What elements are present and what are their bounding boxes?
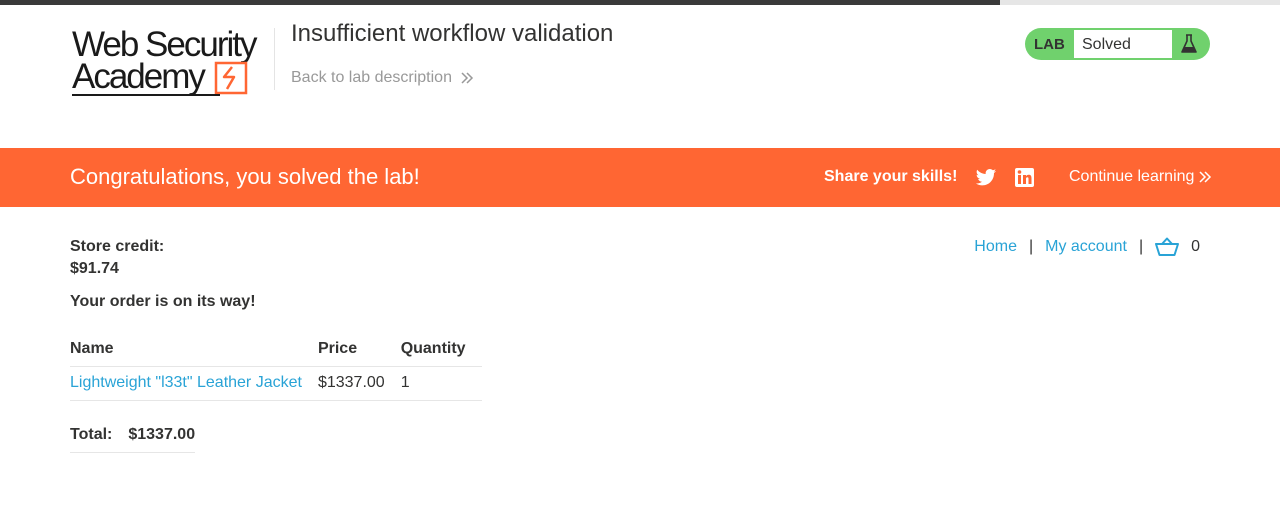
account-nav: Home | My account | 0	[974, 237, 1200, 257]
column-header-price: Price	[317, 333, 401, 367]
column-header-quantity: Quantity	[400, 333, 482, 367]
order-confirmation-message: Your order is on its way!	[70, 293, 256, 310]
item-quantity-cell: 1	[400, 366, 482, 401]
continue-learning-label: Continue learning	[1069, 168, 1195, 185]
lab-status-state: Solved	[1074, 30, 1172, 58]
logo-line-2: Academy	[72, 57, 206, 96]
lab-title: Insufficient workflow validation	[291, 20, 614, 47]
twitter-icon[interactable]	[975, 168, 997, 188]
academy-mark-icon	[214, 61, 248, 95]
flask-icon	[1181, 34, 1197, 53]
table-row: Lightweight "l33t" Leather Jacket $1337.…	[70, 366, 482, 401]
back-link-label: Back to lab description	[291, 69, 452, 86]
table-header-row: Name Price Quantity	[70, 333, 482, 367]
linkedin-icon[interactable]	[1015, 168, 1034, 187]
home-link[interactable]: Home	[974, 238, 1017, 256]
item-name-cell: Lightweight "l33t" Leather Jacket	[70, 366, 318, 401]
congratulations-message: Congratulations, you solved the lab!	[70, 164, 420, 189]
solved-banner: Congratulations, you solved the lab! Sha…	[0, 148, 1280, 207]
total-label: Total:	[70, 418, 129, 453]
total-value: $1337.00	[128, 418, 196, 453]
total-row: Total: $1337.00	[70, 418, 196, 453]
nav-separator: |	[1138, 238, 1144, 255]
web-security-academy-logo[interactable]: Web Security Academy	[72, 25, 272, 100]
double-chevron-right-icon	[1199, 171, 1212, 183]
double-chevron-right-icon	[461, 72, 474, 84]
header-divider	[274, 28, 275, 90]
column-header-name: Name	[70, 333, 318, 367]
back-to-lab-description-link[interactable]: Back to lab description	[291, 69, 474, 87]
store-credit-value: $91.74	[70, 260, 119, 277]
order-total-table: Total: $1337.00	[70, 418, 196, 453]
nav-separator: |	[1028, 238, 1034, 255]
logo-underline	[72, 94, 220, 96]
lab-status-badge: LAB Solved	[1025, 28, 1210, 60]
store-credit-label: Store credit:	[70, 238, 165, 255]
cart-count: 0	[1191, 238, 1200, 255]
lab-status-tag: LAB	[1034, 36, 1065, 53]
product-link[interactable]: Lightweight "l33t" Leather Jacket	[70, 374, 302, 391]
cart-icon[interactable]	[1155, 237, 1180, 257]
top-scroll-strip	[0, 0, 1280, 5]
share-skills-label: Share your skills!	[824, 168, 958, 185]
my-account-link[interactable]: My account	[1045, 238, 1127, 256]
item-price-cell: $1337.00	[317, 366, 401, 401]
continue-learning-link[interactable]: Continue learning	[1069, 168, 1212, 186]
order-items-table: Name Price Quantity Lightweight "l33t" L…	[70, 333, 482, 401]
top-scroll-thumb	[1000, 0, 1280, 5]
